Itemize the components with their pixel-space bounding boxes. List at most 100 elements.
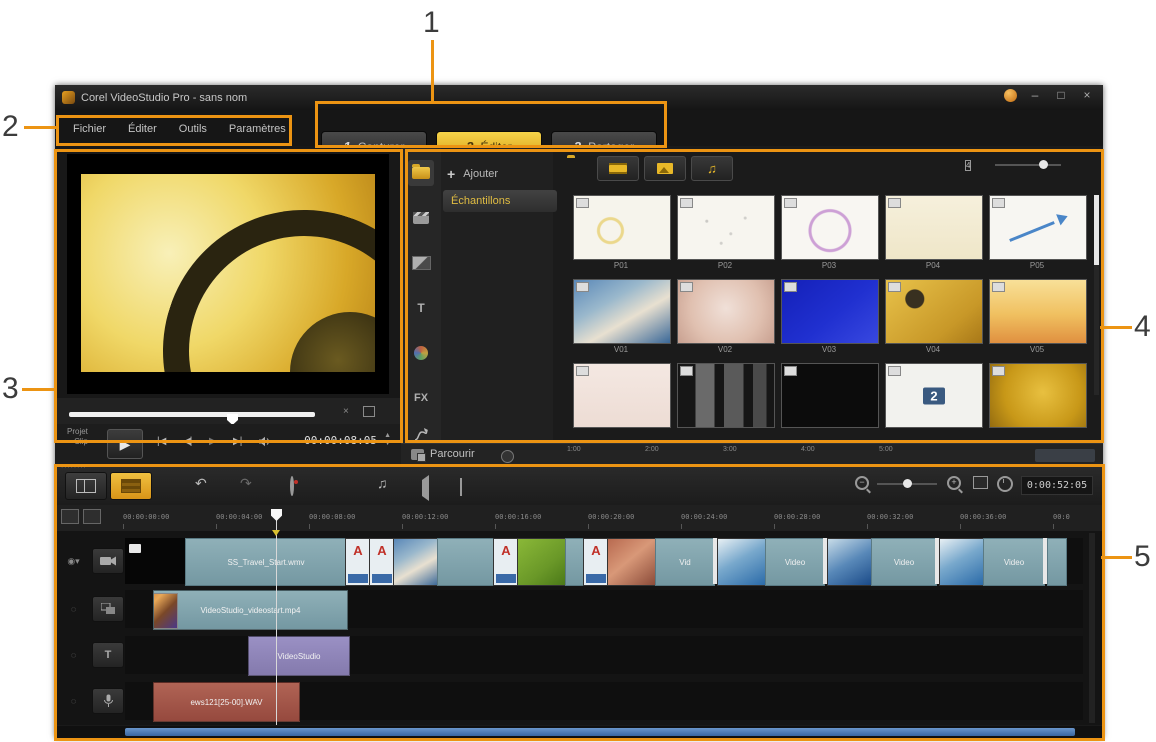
- timeline-thumb[interactable]: [717, 538, 767, 586]
- voice-track-button[interactable]: [92, 688, 124, 714]
- preview-scrub-bar[interactable]: [69, 412, 315, 417]
- timeline-thumb[interactable]: A: [493, 538, 519, 586]
- video-track-visibility-icon[interactable]: ◉▾: [57, 538, 90, 584]
- add-folder-button[interactable]: + Ajouter: [447, 166, 498, 182]
- filter-photo-button[interactable]: [644, 156, 686, 181]
- media-thumb-P05[interactable]: P05: [987, 193, 1091, 277]
- media-thumb-black[interactable]: [779, 361, 883, 445]
- timeline-view-button[interactable]: [110, 472, 152, 500]
- voice-clip[interactable]: ews121[25-00].WAV: [153, 682, 300, 722]
- subtitle-options-icon[interactable]: [460, 479, 462, 495]
- media-thumb-monitor[interactable]: 2: [883, 361, 987, 445]
- media-thumb-V05[interactable]: V05: [987, 277, 1091, 361]
- library-scrollbar[interactable]: [1094, 195, 1099, 395]
- timeline-thumb[interactable]: A: [345, 538, 371, 586]
- voice-track-content[interactable]: ews121[25-00].WAV: [125, 682, 1083, 720]
- hscroll-thumb[interactable]: [125, 728, 1075, 736]
- storyboard-view-button[interactable]: [65, 472, 107, 500]
- timeline-clip[interactable]: Video: [765, 538, 825, 586]
- title-track-visibility-icon[interactable]: ◌: [57, 636, 90, 674]
- fast-forward-icon[interactable]: ▶: [209, 436, 216, 447]
- title-bar[interactable]: Corel VideoStudio Pro - sans nom – □ ×: [55, 85, 1103, 110]
- title-track-content[interactable]: VideoStudio: [125, 636, 1083, 674]
- help-icon[interactable]: [1004, 89, 1017, 102]
- timeline-clip[interactable]: [565, 538, 585, 586]
- duration-icon[interactable]: [997, 476, 1013, 492]
- timeline-thumb[interactable]: [939, 538, 985, 586]
- title-clip[interactable]: VideoStudio: [248, 636, 350, 676]
- fit-project-icon[interactable]: [973, 476, 988, 489]
- timeline-clip[interactable]: SS_Travel_Start.wmv: [185, 538, 347, 586]
- next-frame-icon[interactable]: ▶|: [233, 436, 241, 447]
- timeline-zoom-slider[interactable]: [877, 483, 937, 485]
- media-thumb-V03[interactable]: V03: [779, 277, 883, 361]
- media-thumb-P04[interactable]: P04: [883, 193, 987, 277]
- project-mode-label[interactable]: Projet: [67, 427, 88, 437]
- redo-icon[interactable]: ↷: [240, 475, 252, 492]
- filter-icon[interactable]: FX: [408, 385, 434, 411]
- record-capture-icon[interactable]: [290, 478, 294, 494]
- title-icon[interactable]: T: [408, 295, 434, 321]
- zoom-slider-knob[interactable]: [903, 479, 912, 488]
- overlay-track-content[interactable]: VideoStudio_videostart.mp4: [125, 590, 1083, 628]
- menu-fichier[interactable]: Fichier: [73, 123, 106, 135]
- clip-mode-label[interactable]: Clip: [67, 437, 88, 447]
- overlay-clip[interactable]: VideoStudio_videostart.mp4: [153, 590, 348, 630]
- media-thumb-P02[interactable]: P02: [675, 193, 779, 277]
- zoom-in-icon[interactable]: +: [947, 476, 961, 490]
- timeline-ruler[interactable]: 00:00:00:0000:00:04:0000:00:08:0000:00:1…: [55, 505, 1103, 532]
- timeline-clip[interactable]: [437, 538, 495, 586]
- media-thumb-pale[interactable]: [571, 361, 675, 445]
- preview-timecode[interactable]: 00:00:08:05: [304, 434, 377, 447]
- timeline-horizontal-scrollbar[interactable]: [55, 726, 1103, 738]
- title-track-button[interactable]: T: [92, 642, 124, 668]
- media-thumb-V04[interactable]: V04: [883, 277, 987, 361]
- menu-parame-tres[interactable]: Paramètres: [229, 123, 286, 135]
- prev-frame-icon[interactable]: ◀|: [183, 436, 191, 447]
- voice-track-visibility-icon[interactable]: ◌: [57, 682, 90, 720]
- zoom-out-icon[interactable]: −: [855, 476, 869, 490]
- trim-close-icon[interactable]: ×: [343, 406, 349, 417]
- project-duration-timecode[interactable]: 0:00:52:05: [1021, 476, 1093, 495]
- timeline-thumb[interactable]: A: [583, 538, 609, 586]
- video-track-content[interactable]: SS_Travel_Start.wmvAAAAVidVideoVideoVide…: [125, 538, 1083, 584]
- undo-icon[interactable]: ↶: [195, 475, 207, 492]
- timeline-thumb[interactable]: [517, 538, 567, 586]
- auto-music-icon[interactable]: ♫: [377, 475, 388, 491]
- sort-options-icon[interactable]: 4: [965, 159, 971, 172]
- jump-start-icon[interactable]: |◀: [157, 436, 165, 447]
- overlay-track-visibility-icon[interactable]: ◌: [57, 590, 90, 628]
- menu-outils[interactable]: Outils: [179, 123, 207, 135]
- sidebar-item-samples[interactable]: Échantillons: [443, 190, 557, 212]
- restore-button[interactable]: □: [1053, 88, 1069, 102]
- graphic-icon[interactable]: [408, 340, 434, 366]
- timeline-thumb[interactable]: [393, 538, 439, 586]
- timeline-thumb[interactable]: [827, 538, 873, 586]
- track-list-icon[interactable]: [83, 509, 101, 524]
- play-button[interactable]: ▶: [107, 429, 143, 459]
- timeline-clip[interactable]: [1047, 538, 1067, 586]
- timeline-clip[interactable]: Video: [983, 538, 1045, 586]
- media-thumb-gold[interactable]: [987, 361, 1091, 445]
- surround-sound-icon[interactable]: [417, 480, 429, 496]
- transition-icon[interactable]: [408, 250, 434, 276]
- media-icon[interactable]: [408, 160, 434, 186]
- track-layout-icon[interactable]: [61, 509, 79, 524]
- timeline-thumb[interactable]: A: [369, 538, 395, 586]
- playhead[interactable]: [276, 509, 277, 725]
- slider-knob[interactable]: [1039, 160, 1048, 169]
- timeline-clip[interactable]: Vid: [655, 538, 715, 586]
- timeline-thumb[interactable]: [607, 538, 657, 586]
- menu-e-diter[interactable]: Éditer: [128, 123, 157, 135]
- media-thumb-P03[interactable]: P03: [779, 193, 883, 277]
- filter-audio-button[interactable]: ♫: [691, 156, 733, 181]
- library-scrub-playhead[interactable]: [501, 450, 514, 463]
- media-thumb-P01[interactable]: P01: [571, 193, 675, 277]
- close-button[interactable]: ×: [1079, 88, 1095, 102]
- overlay-track-button[interactable]: [92, 596, 124, 622]
- timecode-spinner[interactable]: ▲▼: [384, 432, 391, 448]
- browse-button[interactable]: Parcourir: [411, 448, 475, 460]
- timeline-filler[interactable]: [125, 538, 185, 584]
- media-thumb-V01[interactable]: V01: [571, 277, 675, 361]
- media-thumb-screens[interactable]: [675, 361, 779, 445]
